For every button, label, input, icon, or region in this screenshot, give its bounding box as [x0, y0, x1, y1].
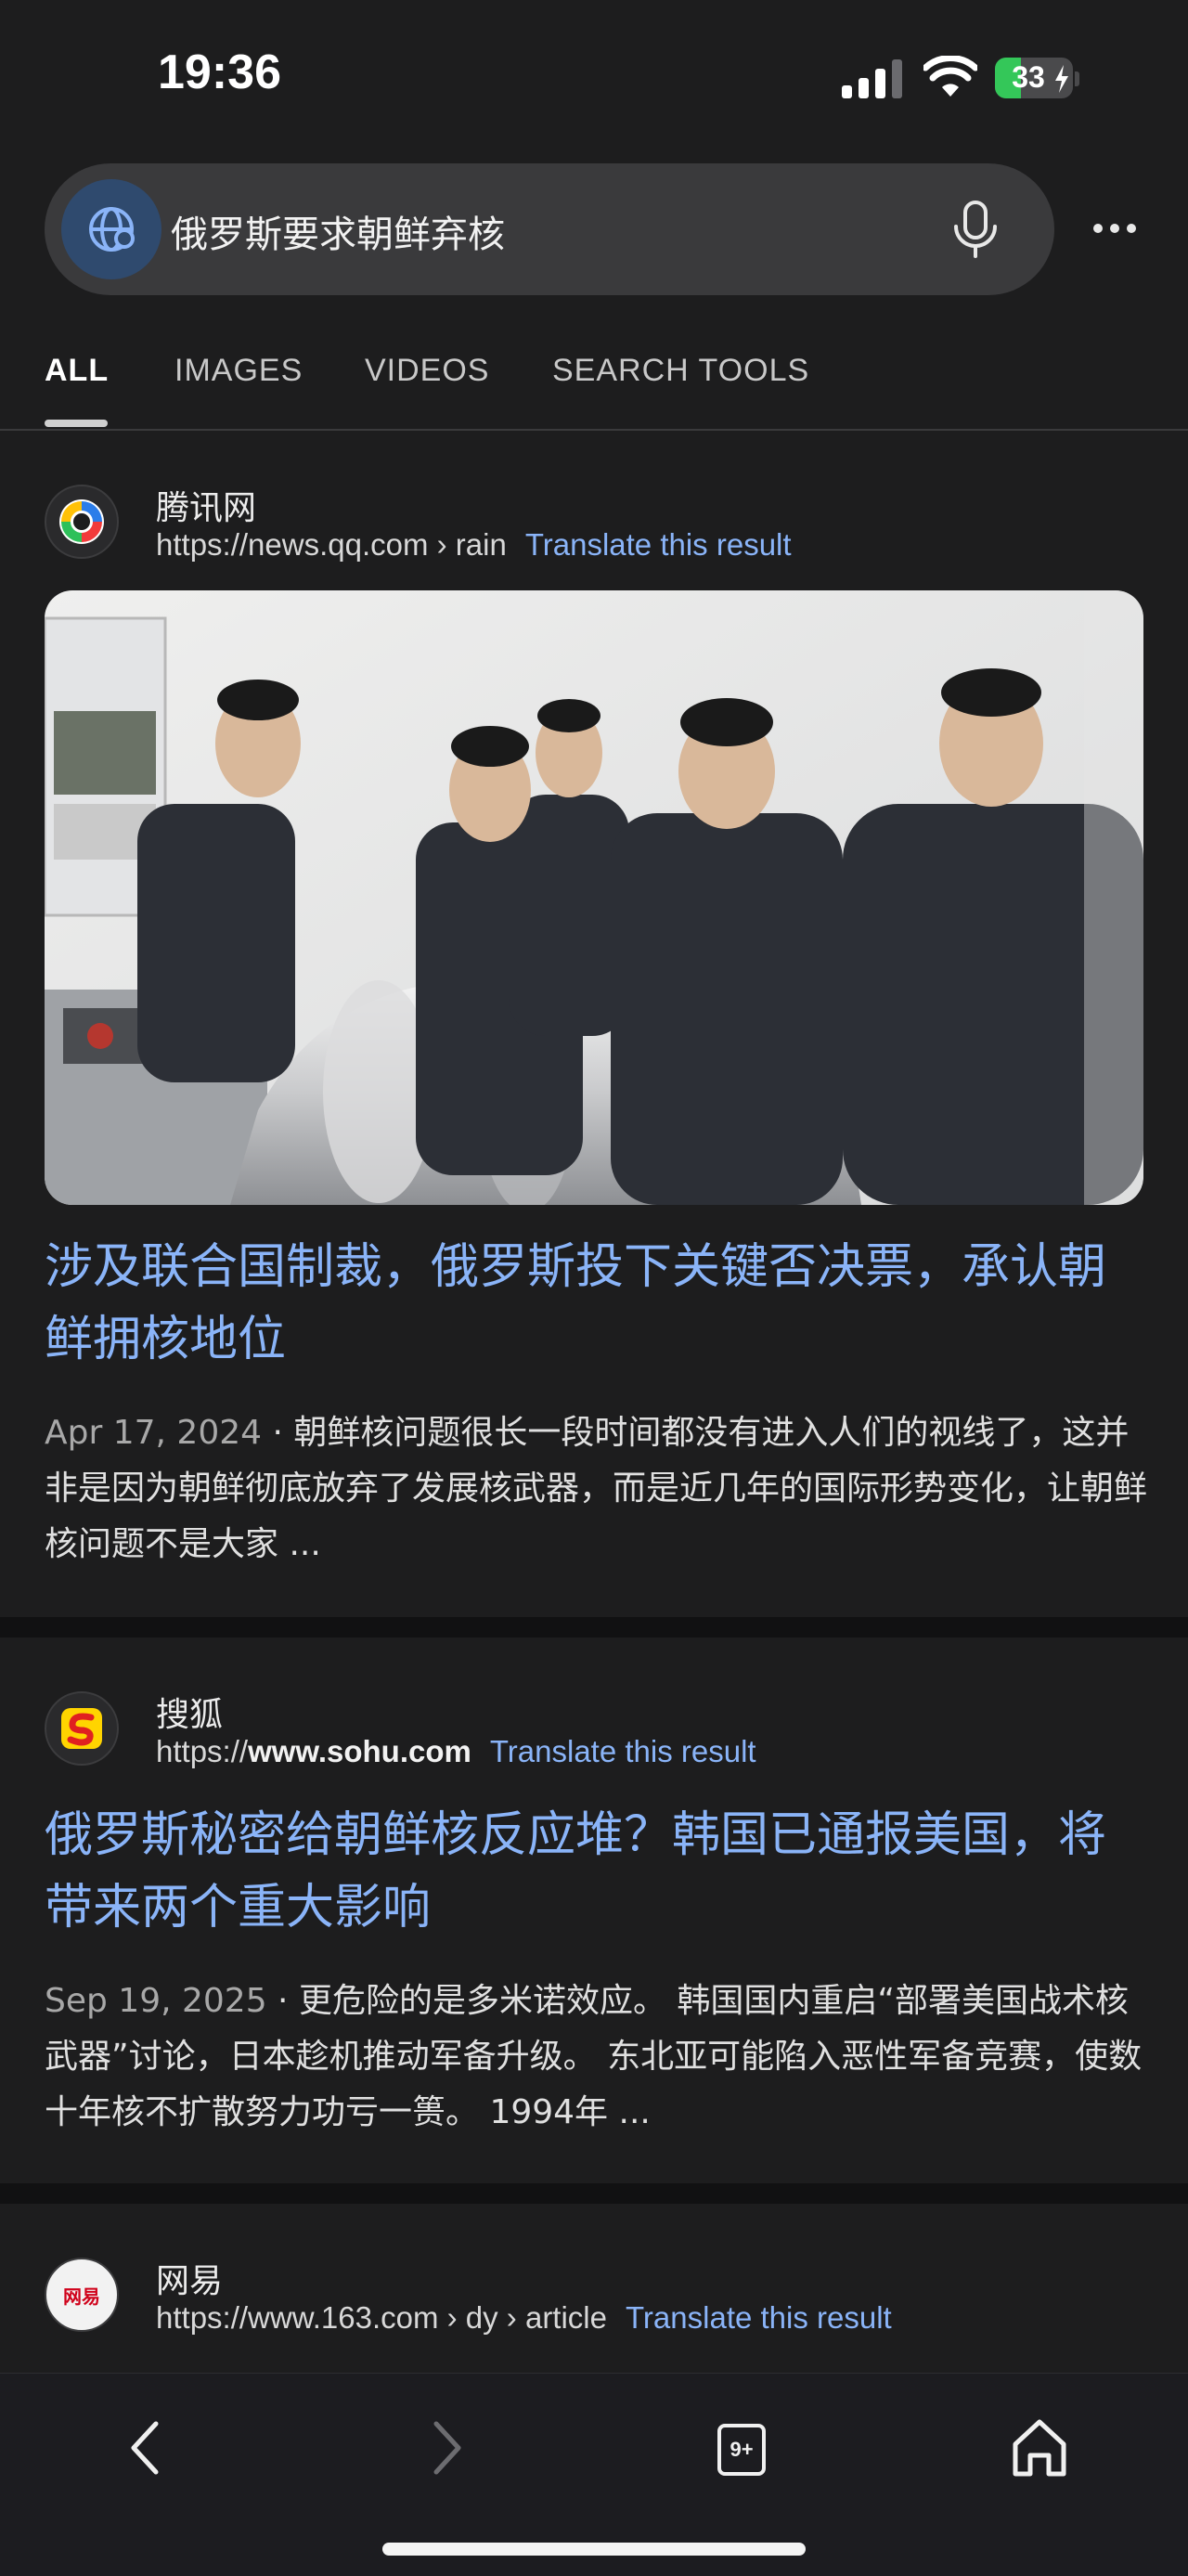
status-bar: 19:36 33 — [0, 0, 1188, 158]
tencent-favicon-icon — [45, 485, 119, 559]
home-indicator[interactable] — [382, 2543, 806, 2556]
result-url-text[interactable]: https://www.163.com › dy › article — [156, 2300, 607, 2335]
tab-videos[interactable]: VIDEOS — [365, 353, 489, 389]
result-divider — [0, 2183, 1188, 2204]
result-url-text[interactable]: https://news.qq.com › rain — [156, 527, 507, 562]
result-site-name: 搜狐 — [156, 1696, 224, 1734]
result-divider — [0, 1617, 1188, 1638]
tabs-icon[interactable]: 9+ — [704, 2411, 779, 2485]
date-separator: · — [262, 1414, 294, 1452]
battery-indicator: 33 — [995, 56, 1082, 102]
netease-favicon-icon: 网易 — [45, 2258, 119, 2332]
more-horizontal-icon[interactable] — [1091, 210, 1138, 247]
tab-search-tools[interactable]: SEARCH TOOLS — [552, 353, 809, 389]
forward-icon[interactable] — [408, 2411, 483, 2485]
search-bar[interactable]: 俄罗斯要求朝鲜弃核 — [45, 163, 1054, 295]
result-date: Apr 17, 2024 — [45, 1414, 263, 1452]
result-url[interactable]: https://news.qq.com › rain Translate this… — [156, 527, 792, 563]
result-site-name: 网易 — [156, 2262, 224, 2300]
translate-result-link[interactable]: Translate this result — [490, 1734, 756, 1768]
result-image[interactable] — [45, 590, 1143, 1205]
result-url[interactable]: https://www.163.com › dy › article Transl… — [156, 2300, 892, 2336]
back-icon[interactable] — [110, 2411, 184, 2485]
date-separator: · — [266, 1982, 299, 2020]
result-snippet: Sep 19, 2025 · 更危险的是多米诺效应。 韩国国内重启“部署美国战术… — [45, 1974, 1149, 2141]
result-url[interactable]: https://www.sohu.com Translate this resul… — [156, 1734, 756, 1769]
search-query[interactable]: 俄罗斯要求朝鲜弃核 — [171, 204, 505, 258]
result-url-domain[interactable]: www.sohu.com — [248, 1734, 471, 1768]
translate-result-link[interactable]: Translate this result — [626, 2300, 892, 2335]
charging-bolt-icon — [1055, 65, 1068, 93]
result-url-prefix[interactable]: https:// — [156, 1734, 248, 1768]
result-snippet: Apr 17, 2024 · 朝鲜核问题很长一段时间都没有进入人们的视线了，这并… — [45, 1405, 1149, 1573]
tab-images[interactable]: IMAGES — [174, 353, 303, 389]
tab-all[interactable]: ALL — [45, 353, 109, 389]
result-title-link[interactable]: 涉及联合国制裁，俄罗斯投下关键否决票，承认朝鲜拥核地位 — [45, 1231, 1149, 1376]
status-time: 19:36 — [158, 45, 281, 99]
translate-result-link[interactable]: Translate this result — [525, 527, 792, 562]
battery-percentage: 33 — [1012, 60, 1045, 94]
home-icon[interactable] — [1002, 2411, 1077, 2485]
active-tab-indicator — [45, 420, 108, 427]
search-tabs: ALL IMAGES VIDEOS SEARCH TOOLS — [0, 343, 1188, 431]
result-date: Sep 19, 2025 — [45, 1982, 267, 2020]
wifi-icon — [923, 56, 977, 97]
globe-icon[interactable] — [61, 179, 161, 279]
tabs-count: 9+ — [730, 2438, 754, 2461]
browser-toolbar: 9+ — [0, 2373, 1188, 2576]
cellular-signal-icon — [842, 59, 902, 98]
microphone-icon[interactable] — [943, 197, 1008, 262]
result-title-link[interactable]: 俄罗斯秘密给朝鲜核反应堆？韩国已通报美国，将带来两个重大影响 — [45, 1799, 1149, 1944]
netease-logo-text: 网易 — [63, 2285, 100, 2308]
result-site-name: 腾讯网 — [156, 489, 257, 527]
sohu-favicon-icon — [45, 1691, 119, 1766]
